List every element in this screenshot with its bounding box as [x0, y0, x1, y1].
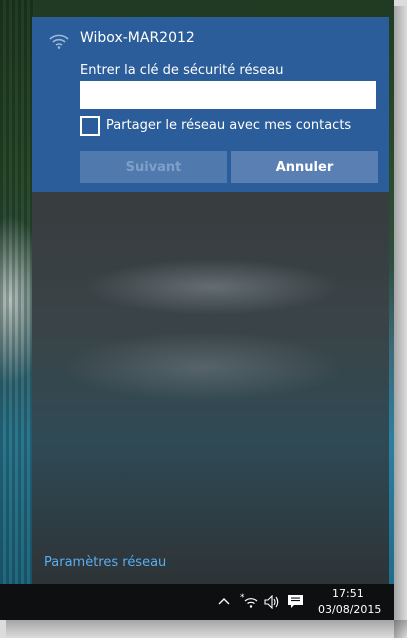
volume-icon[interactable]	[264, 595, 280, 609]
svg-text:*: *	[240, 593, 245, 603]
wifi-secured-icon	[49, 34, 69, 49]
window-shadow	[394, 6, 407, 638]
wifi-icon[interactable]: *	[240, 593, 258, 609]
share-network-label[interactable]: Partager le réseau avec mes contacts	[106, 118, 351, 133]
network-flyout: Wibox-MAR2012 Entrer la clé de sécurité …	[32, 17, 389, 584]
window-shadow-bottom	[6, 620, 407, 638]
security-key-label: Entrer la clé de sécurité réseau	[80, 63, 284, 78]
network-item-expanded: Wibox-MAR2012 Entrer la clé de sécurité …	[32, 17, 389, 192]
chevron-up-icon[interactable]	[218, 596, 230, 606]
next-button[interactable]: Suivant	[80, 151, 227, 183]
cancel-button[interactable]: Annuler	[231, 151, 378, 183]
action-center-icon[interactable]	[287, 594, 304, 610]
share-network-checkbox[interactable]	[80, 116, 100, 136]
clock-time[interactable]: 17:51	[332, 587, 364, 600]
network-ssid: Wibox-MAR2012	[80, 30, 195, 46]
clock-date[interactable]: 03/08/2015	[318, 603, 381, 616]
network-settings-link[interactable]: Paramètres réseau	[44, 555, 166, 570]
taskbar: * 17:51 03/08/2015	[0, 584, 394, 620]
security-key-input[interactable]	[80, 81, 376, 109]
